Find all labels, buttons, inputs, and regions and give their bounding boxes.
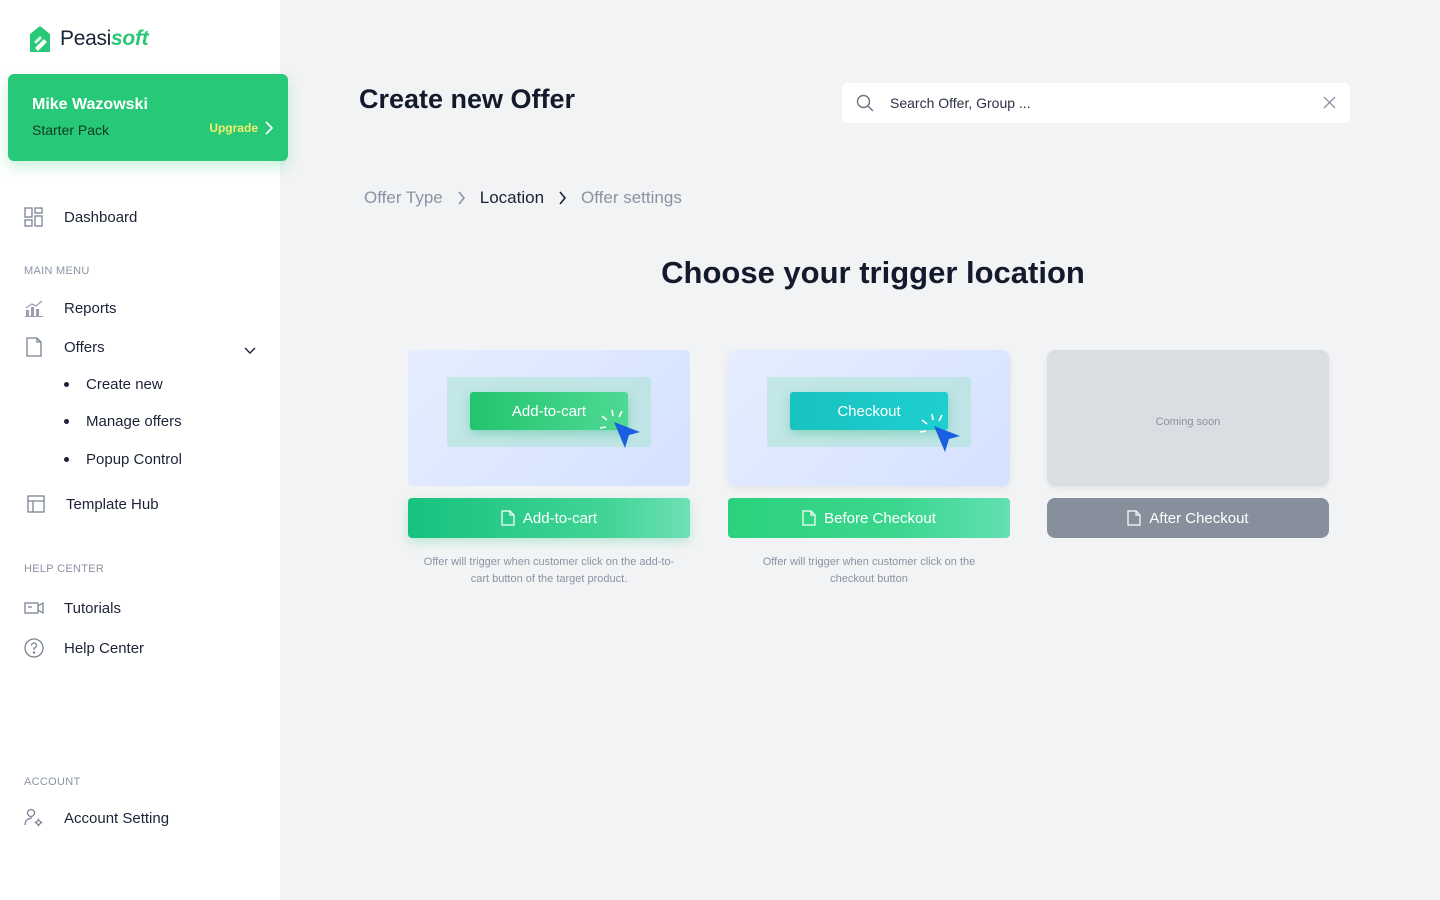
cursor-click-icon xyxy=(599,409,640,448)
search-input[interactable] xyxy=(890,93,1290,113)
button-label: Before Checkout xyxy=(824,509,936,527)
peasisoft-logo-icon xyxy=(30,26,50,52)
bullet-icon xyxy=(64,382,69,387)
card-description: Offer will trigger when customer click o… xyxy=(423,556,675,585)
sidebar-item-label: Account Setting xyxy=(64,809,170,827)
chevron-right-icon xyxy=(558,191,567,205)
user-card: Mike Wazowski Starter Pack Upgrade xyxy=(8,74,288,161)
sidebar-item-label: Help Center xyxy=(64,639,145,657)
document-icon xyxy=(24,337,44,357)
sidebar-item-offers[interactable]: Offers xyxy=(24,337,105,357)
sidebar-item-label: Tutorials xyxy=(64,599,121,617)
chevron-down-icon[interactable] xyxy=(244,342,256,360)
sidebar-item-help-center[interactable]: Help Center xyxy=(24,638,144,658)
location-card-after-checkout: Coming soon After Checkout xyxy=(1047,350,1329,538)
video-camera-icon xyxy=(24,598,44,618)
add-to-cart-preview[interactable]: Add-to-cart xyxy=(408,350,690,486)
sidebar-item-tutorials[interactable]: Tutorials xyxy=(24,598,121,618)
sidebar-subitem-label: Popup Control xyxy=(86,451,182,468)
account-section-title: ACCOUNT xyxy=(24,776,81,788)
checkout-preview[interactable]: Checkout xyxy=(728,350,1010,486)
sidebar-item-dashboard[interactable]: Dashboard xyxy=(24,207,137,227)
breadcrumb: Offer Type Location Offer settings xyxy=(364,188,682,208)
bullet-icon xyxy=(64,457,69,462)
brand-logo[interactable]: Peasisoft xyxy=(26,24,149,54)
question-circle-icon xyxy=(24,638,44,658)
add-to-cart-button[interactable]: Add-to-cart xyxy=(408,498,690,538)
user-plan: Starter Pack xyxy=(32,122,110,138)
breadcrumb-location[interactable]: Location xyxy=(480,188,544,208)
button-label: Add-to-cart xyxy=(522,509,598,527)
sidebar-item-reports[interactable]: Reports xyxy=(24,298,117,318)
search-bar xyxy=(842,83,1350,123)
cursor-click-icon xyxy=(919,413,960,452)
before-checkout-button[interactable]: Before Checkout xyxy=(728,498,1010,538)
section-heading: Choose your trigger location xyxy=(661,255,1085,290)
location-card-add-to-cart: Add-to-cart Add-to-cart Offer will trigg… xyxy=(408,350,690,588)
template-icon xyxy=(26,494,46,514)
coming-soon-label: Coming soon xyxy=(1155,416,1221,428)
sidebar-subitem-label: Manage offers xyxy=(86,413,182,430)
brand-name: Peasisoft xyxy=(60,27,149,50)
breadcrumb-offer-settings[interactable]: Offer settings xyxy=(581,188,682,208)
chart-icon xyxy=(24,298,44,318)
dashboard-icon xyxy=(24,207,44,227)
sidebar-item-label: Offers xyxy=(64,338,105,356)
sidebar-subitem-label: Create new xyxy=(86,376,163,393)
sidebar-item-label: Dashboard xyxy=(64,208,138,226)
sidebar-item-label: Template Hub xyxy=(66,495,159,513)
sidebar-item-template-hub[interactable]: Template Hub xyxy=(26,494,159,514)
sidebar-item-label: Reports xyxy=(64,299,117,317)
bullet-icon xyxy=(64,419,69,424)
chevron-right-icon xyxy=(457,191,466,205)
page-title: Create new Offer xyxy=(359,84,576,114)
upgrade-label: Upgrade xyxy=(209,121,258,135)
sidebar-item-account-setting[interactable]: Account Setting xyxy=(24,808,169,828)
sidebar-subitem-manage-offers[interactable]: Manage offers xyxy=(64,413,182,430)
button-label: After Checkout xyxy=(1149,509,1249,527)
location-card-before-checkout: Checkout Before Checkout Offer will trig… xyxy=(728,350,1010,588)
after-checkout-button[interactable]: After Checkout xyxy=(1047,498,1329,538)
sidebar-subitem-create-new[interactable]: Create new xyxy=(64,376,163,393)
breadcrumb-offer-type[interactable]: Offer Type xyxy=(364,188,443,208)
document-icon xyxy=(501,510,515,526)
document-icon xyxy=(802,510,816,526)
user-settings-icon xyxy=(24,808,44,828)
card-description: Offer will trigger when customer click o… xyxy=(762,556,976,585)
upgrade-link[interactable]: Upgrade xyxy=(209,121,274,135)
user-name: Mike Wazowski xyxy=(32,96,148,113)
after-checkout-preview: Coming soon xyxy=(1047,350,1329,486)
sidebar-subitem-popup-control[interactable]: Popup Control xyxy=(64,451,182,468)
clear-search-icon[interactable] xyxy=(1323,96,1336,114)
help-center-section-title: HELP CENTER xyxy=(24,563,105,575)
chevron-right-icon xyxy=(265,121,274,135)
sidebar: Peasisoft Mike Wazowski Starter Pack Upg… xyxy=(0,0,288,900)
document-icon xyxy=(1127,510,1141,526)
search-icon xyxy=(856,94,874,117)
